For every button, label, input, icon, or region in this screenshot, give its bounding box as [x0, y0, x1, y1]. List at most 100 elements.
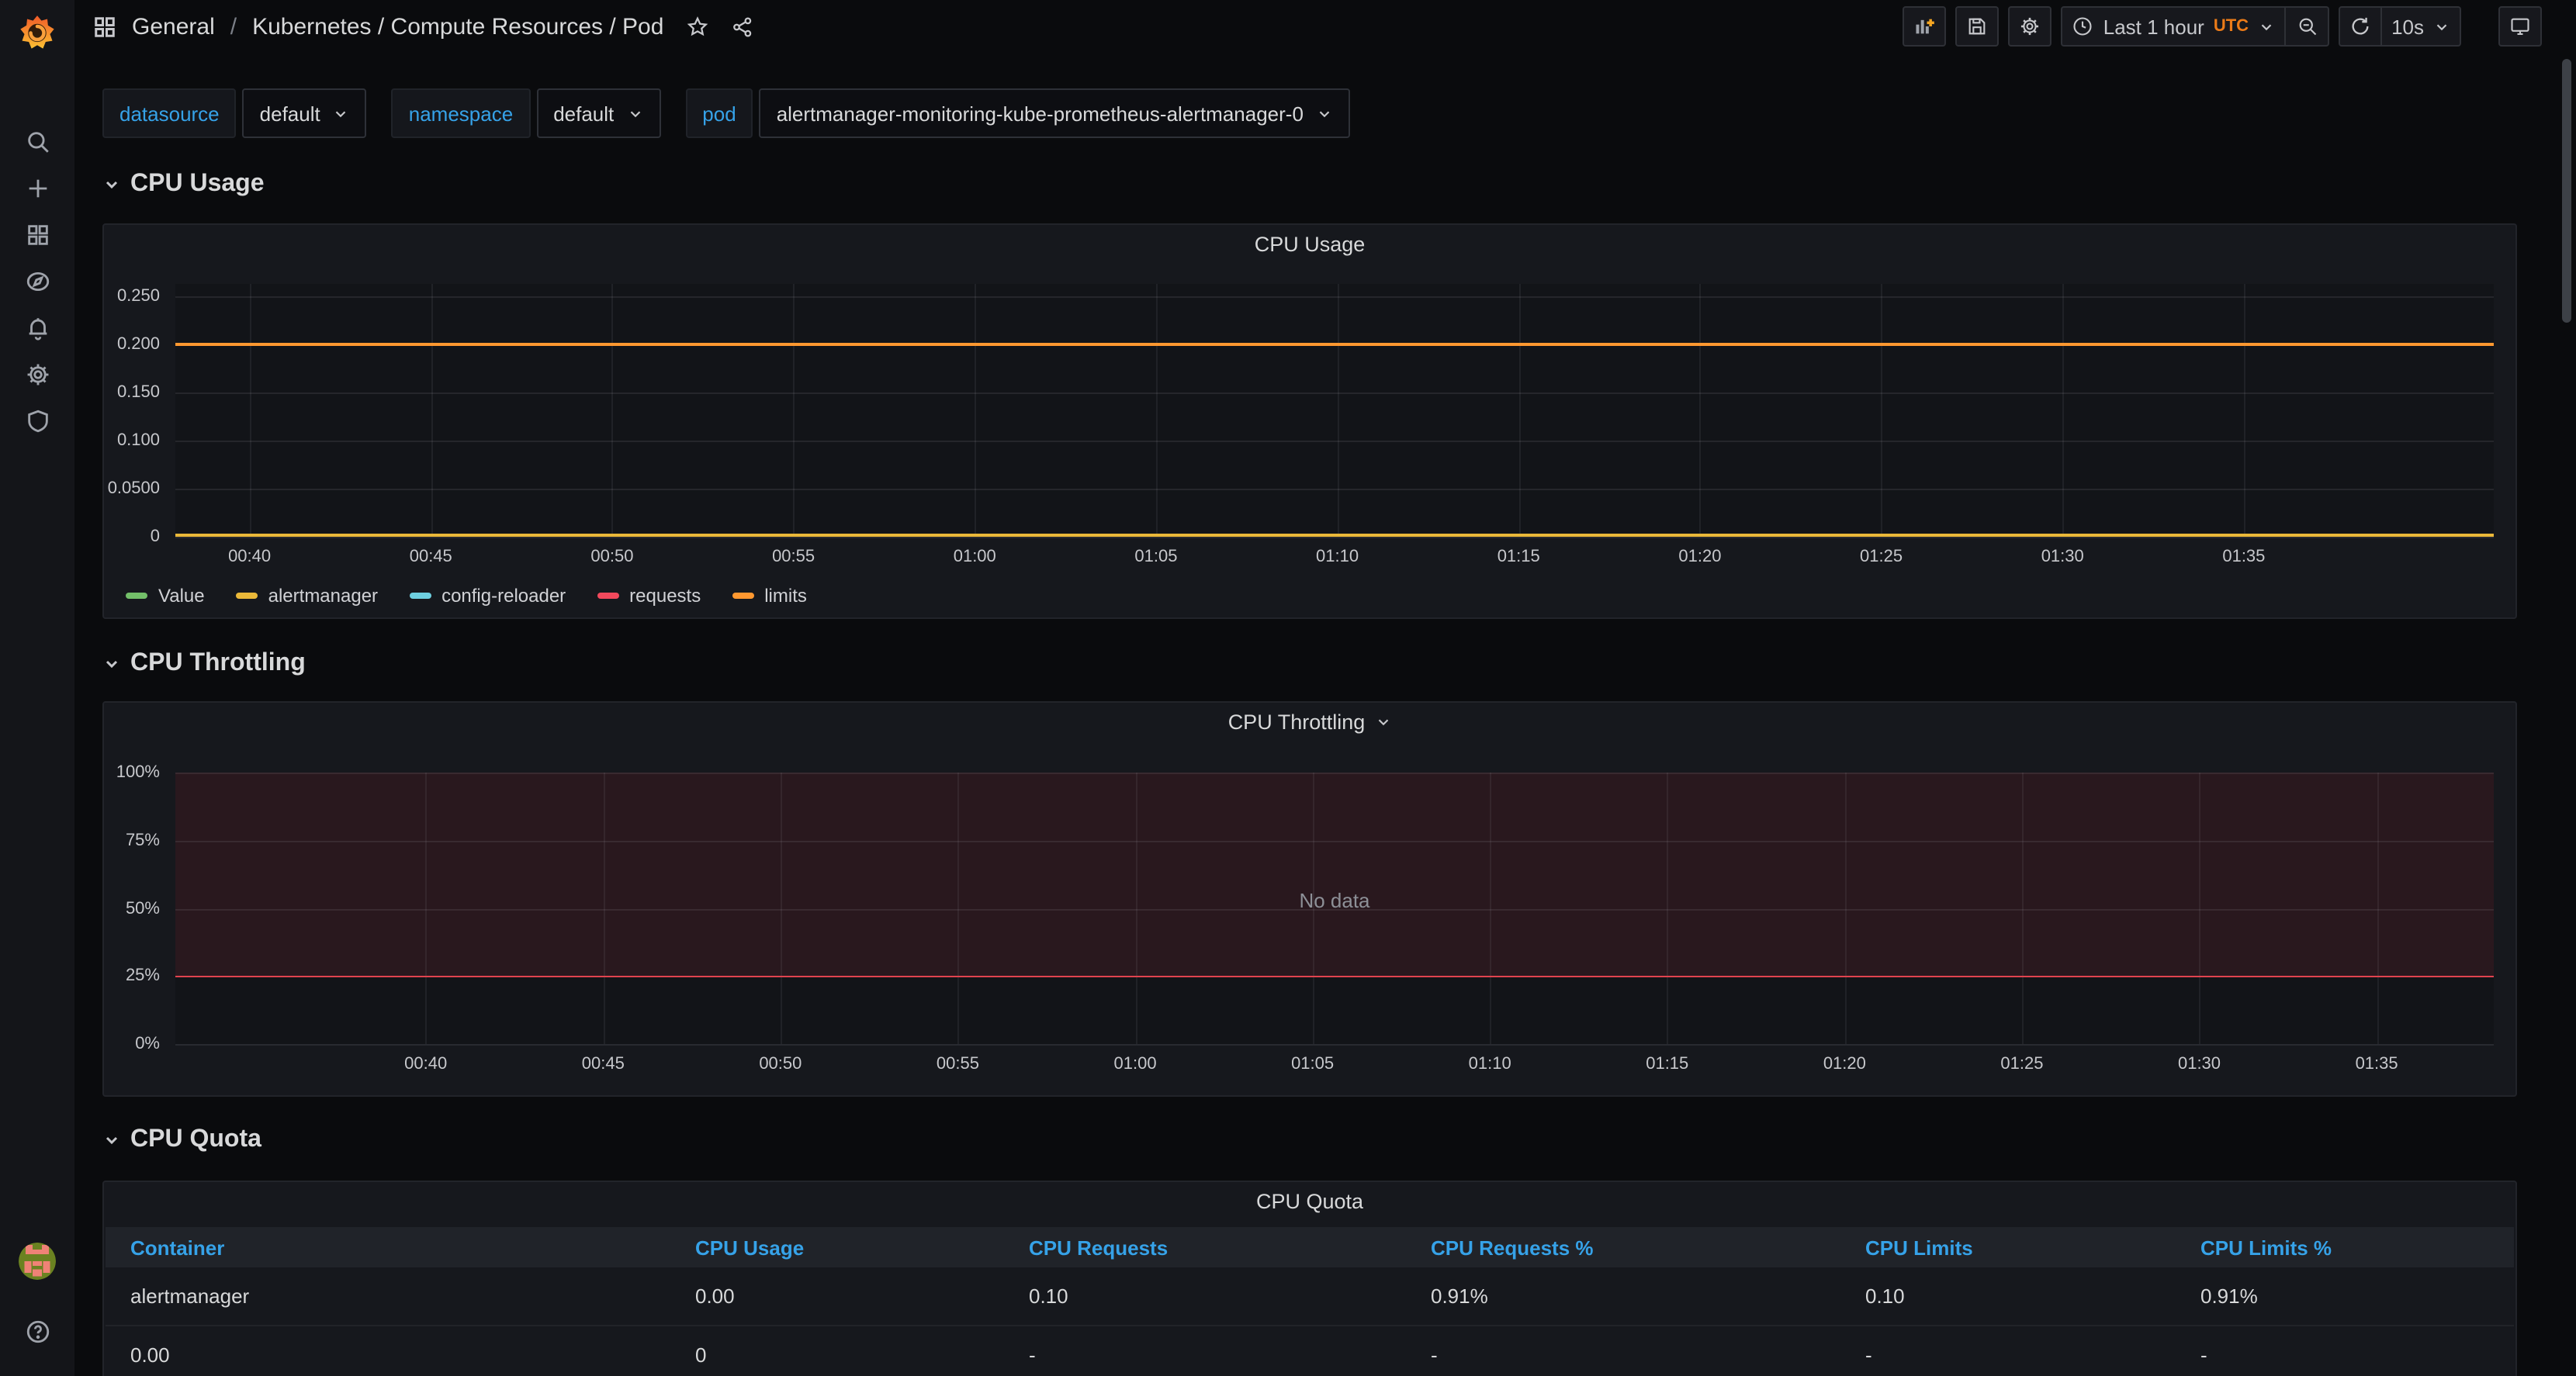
- sidebar-item-search[interactable]: [0, 118, 74, 164]
- gridline: [175, 441, 2494, 443]
- gridline: [175, 840, 2494, 842]
- x-tick-label: 01:05: [1134, 548, 1178, 566]
- refresh-button[interactable]: [2339, 6, 2383, 47]
- x-tick-label: 00:50: [759, 1055, 802, 1073]
- sidebar-item-help[interactable]: [0, 1308, 74, 1354]
- y-tick-label: 100%: [116, 763, 160, 782]
- time-range-picker[interactable]: Last 1 hour UTC: [2061, 6, 2287, 47]
- legend-item-alertmanager[interactable]: alertmanager: [235, 585, 378, 607]
- grafana-logo[interactable]: [0, 0, 74, 68]
- x-tick-label: 01:20: [1678, 548, 1722, 566]
- legend-item-requests[interactable]: requests: [597, 585, 701, 607]
- clock-icon: [2074, 17, 2093, 36]
- refresh-icon: [2352, 17, 2369, 35]
- gear-icon: [2021, 17, 2039, 36]
- legend-item-config-reloader[interactable]: config-reloader: [409, 585, 566, 607]
- gridline: [611, 284, 614, 537]
- chevron-down-icon: [2436, 23, 2447, 30]
- breadcrumb-root[interactable]: General: [132, 13, 215, 40]
- y-axis: 100% 75% 50% 25% 0%: [104, 763, 166, 1053]
- sidebar-item-server-admin[interactable]: [0, 397, 74, 444]
- no-data-text: No data: [1299, 889, 1370, 913]
- variable-pod-label: pod: [685, 88, 753, 138]
- y-tick-label: 25%: [125, 966, 160, 986]
- cpu-quota-table: Container CPU Usage CPU Requests CPU Req…: [106, 1227, 2514, 1376]
- breadcrumb[interactable]: General / Kubernetes / Compute Resources…: [93, 13, 663, 40]
- zoom-out-icon: [2298, 18, 2316, 36]
- sidebar-item-explore[interactable]: [0, 258, 74, 304]
- plot-area[interactable]: No data: [175, 773, 2494, 1046]
- legend-item-limits[interactable]: limits: [732, 585, 807, 607]
- dashboard-settings-button[interactable]: [2008, 6, 2052, 47]
- cell-cpu-requests-pct: 0.91%: [1431, 1284, 1488, 1308]
- gridline: [249, 284, 251, 537]
- grafana-app: General / Kubernetes / Compute Resources…: [0, 0, 2576, 1376]
- panel-menu-chevron-icon[interactable]: [1374, 714, 1391, 731]
- gridline: [1518, 284, 1521, 537]
- cpu-throttling-chart[interactable]: 100% 75% 50% 25% 0% No data 00:40 00:45 00:50 0…: [104, 763, 2494, 1073]
- variable-datasource-picker[interactable]: default: [242, 88, 367, 138]
- dashboard-quick-actions: [685, 15, 753, 38]
- top-navigation-bar: General / Kubernetes / Compute Resources…: [74, 0, 2576, 53]
- table-body: alertmanager 0.00 0.10 0.91% 0.10 0.91% …: [106, 1267, 2514, 1376]
- section-header-cpu-usage[interactable]: CPU Usage: [102, 171, 2517, 199]
- cell-container: alertmanager: [130, 1284, 250, 1308]
- column-header-cpu-limits-pct[interactable]: CPU Limits %: [2200, 1236, 2514, 1259]
- gridline: [975, 284, 977, 537]
- timezone-label: UTC: [2213, 17, 2249, 36]
- user-avatar[interactable]: [19, 1243, 56, 1280]
- configuration-gear-icon: [26, 363, 48, 385]
- x-axis: 00:40 00:45 00:50 00:55 01:00 01:05 01:10 01:15…: [175, 537, 2494, 571]
- sidebar-item-configuration[interactable]: [0, 351, 74, 397]
- legend-item-value[interactable]: Value: [126, 585, 205, 607]
- panel-title-cpu-usage[interactable]: CPU Usage: [104, 233, 2515, 256]
- cycle-view-mode-button[interactable]: [2498, 6, 2542, 47]
- breadcrumb-dashboard-title[interactable]: Kubernetes / Compute Resources / Pod: [252, 13, 663, 40]
- variable-namespace-picker[interactable]: default: [536, 88, 661, 138]
- vertical-scrollbar[interactable]: [2562, 59, 2571, 323]
- chevron-down-icon: [1319, 110, 1330, 117]
- section-title: CPU Throttling: [130, 650, 306, 676]
- cell-cpu-usage: 0: [695, 1343, 707, 1367]
- sidebar-item-alerting[interactable]: [0, 304, 74, 351]
- chevron-down-icon: [630, 110, 640, 117]
- variable-pod-picker[interactable]: alertmanager-monitoring-kube-prometheus-…: [759, 88, 1350, 138]
- section-header-cpu-throttling[interactable]: CPU Throttling: [102, 650, 2517, 678]
- sidebar-item-create[interactable]: [0, 164, 74, 211]
- panel-title-cpu-quota[interactable]: CPU Quota: [104, 1190, 2515, 1213]
- column-header-container[interactable]: Container: [130, 1236, 695, 1259]
- gridline: [1881, 284, 1883, 537]
- column-header-cpu-requests-pct[interactable]: CPU Requests %: [1431, 1236, 1865, 1259]
- column-header-cpu-usage[interactable]: CPU Usage: [695, 1236, 1029, 1259]
- sidebar-menu: [0, 118, 74, 444]
- refresh-interval-picker[interactable]: 10s: [2382, 6, 2461, 47]
- cpu-usage-chart[interactable]: 0.250 0.200 0.150 0.100 0.0500 0 00:40 00:45 00…: [104, 284, 2494, 566]
- legend-color-swatch: [732, 593, 754, 599]
- column-header-cpu-limits[interactable]: CPU Limits: [1865, 1236, 2200, 1259]
- sidebar: [0, 0, 74, 1376]
- panel-title-cpu-throttling[interactable]: CPU Throttling: [104, 710, 2515, 734]
- column-header-cpu-requests[interactable]: CPU Requests: [1029, 1236, 1431, 1259]
- x-tick-label: 01:15: [1646, 1055, 1689, 1073]
- x-tick-label: 01:20: [1823, 1055, 1866, 1073]
- plot-area[interactable]: [175, 284, 2494, 538]
- gridline: [1155, 284, 1158, 537]
- refresh-interval-label: 10s: [2391, 15, 2424, 38]
- save-dashboard-button[interactable]: [1955, 6, 2000, 47]
- zoom-out-button[interactable]: [2286, 6, 2330, 47]
- star-icon[interactable]: [685, 15, 708, 38]
- section-header-cpu-quota[interactable]: CPU Quota: [102, 1126, 2517, 1154]
- sidebar-item-dashboards[interactable]: [0, 211, 74, 258]
- gridline: [1699, 284, 1702, 537]
- y-tick-label: 0.200: [116, 335, 160, 354]
- template-variables-row: datasource default namespace default pod…: [102, 88, 2517, 138]
- variable-namespace-label: namespace: [391, 88, 531, 138]
- add-panel-button[interactable]: [1903, 6, 1947, 47]
- share-icon[interactable]: [730, 15, 753, 38]
- dashboards-grid-icon: [27, 224, 47, 244]
- monitor-icon: [2511, 18, 2529, 35]
- cell-cpu-limits: 0.10: [1865, 1284, 1905, 1308]
- y-tick-label: 0%: [135, 1035, 160, 1053]
- x-tick-label: 01:30: [2177, 1055, 2221, 1073]
- plus-icon: [28, 178, 47, 197]
